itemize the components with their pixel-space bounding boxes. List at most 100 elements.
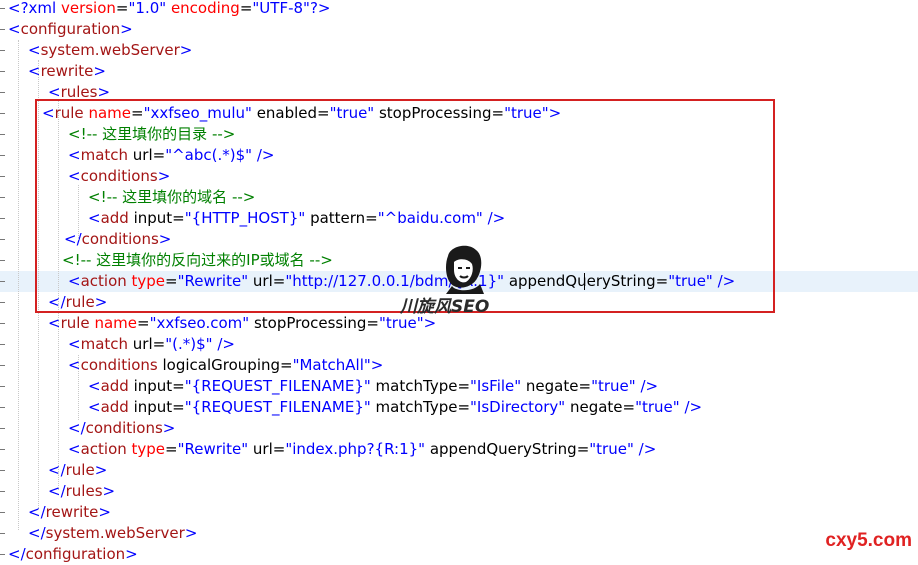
fold-marker xyxy=(0,71,5,72)
fold-marker xyxy=(0,29,5,30)
code-line[interactable]: <rewrite> xyxy=(0,61,918,82)
code-line[interactable]: <?xml version="1.0" encoding="UTF-8"?> xyxy=(0,0,918,19)
fold-marker xyxy=(0,407,5,408)
code-text: <action type="Rewrite" url="index.php?{R… xyxy=(68,439,656,460)
token-bracket: < xyxy=(88,398,101,416)
token-bracket: < xyxy=(68,335,81,353)
token-attr: name xyxy=(94,314,137,332)
token-value: "(.*)$" xyxy=(165,335,213,353)
token-value: "IsDirectory" xyxy=(470,398,566,416)
fold-marker xyxy=(0,260,5,261)
fold-marker xyxy=(0,470,5,471)
watermark-logo: 川旋风SEO xyxy=(400,242,520,317)
token-tag: add xyxy=(100,377,129,395)
token-tag: configuration xyxy=(25,545,126,563)
fold-marker xyxy=(0,365,5,366)
token-text: input= xyxy=(128,377,185,395)
code-text: <rule name="xxfseo.com" stopProcessing="… xyxy=(48,313,436,334)
token-text: = xyxy=(165,440,178,458)
token-bracket: > xyxy=(184,524,198,542)
watermark-text: 川旋风SEO xyxy=(400,297,490,317)
code-text: <rewrite> xyxy=(28,61,106,82)
token-tag: system.webServer xyxy=(45,524,185,542)
token-text: = xyxy=(115,0,129,17)
fold-marker xyxy=(0,155,5,156)
fold-marker xyxy=(0,8,5,9)
token-bracket: > xyxy=(102,482,116,500)
code-line[interactable]: <add input="{REQUEST_FILENAME}" matchTyp… xyxy=(0,397,918,418)
code-line[interactable]: <conditions logicalGrouping="MatchAll"> xyxy=(0,355,918,376)
token-decl: ?> xyxy=(309,0,331,17)
token-bracket: </ xyxy=(28,503,46,521)
token-tag: rule xyxy=(60,314,90,332)
token-tag: system.webServer xyxy=(40,41,180,59)
fold-marker xyxy=(0,176,5,177)
fold-marker xyxy=(0,428,5,429)
token-bracket: </ xyxy=(48,461,66,479)
fold-marker xyxy=(0,533,5,534)
code-line[interactable]: </configuration> xyxy=(0,544,918,565)
token-text: = xyxy=(239,0,253,17)
token-bracket: < xyxy=(68,440,81,458)
fold-marker xyxy=(0,218,5,219)
token-value: "1.0" xyxy=(128,0,167,17)
token-bracket: > xyxy=(370,356,384,374)
fold-marker xyxy=(0,92,5,93)
code-line[interactable]: <configuration> xyxy=(0,19,918,40)
token-text: url= xyxy=(248,440,286,458)
code-line[interactable]: <action type="Rewrite" url="index.php?{R… xyxy=(0,439,918,460)
token-value: "true" xyxy=(635,398,680,416)
token-attr: version xyxy=(60,0,116,17)
code-text: </rule> xyxy=(48,460,107,481)
token-value: "MatchAll" xyxy=(292,356,371,374)
fold-marker xyxy=(0,491,5,492)
token-value: "true" xyxy=(589,440,634,458)
code-line[interactable]: </conditions> xyxy=(0,418,918,439)
token-bracket: </ xyxy=(8,545,26,563)
indent-guide xyxy=(18,40,19,530)
code-text: </rewrite> xyxy=(28,502,111,523)
token-value: "xxfseo.com" xyxy=(149,314,250,332)
fold-marker xyxy=(0,239,5,240)
token-bracket: /> xyxy=(217,335,235,353)
token-decl: <?xml xyxy=(8,0,61,17)
fold-marker xyxy=(0,386,5,387)
fold-marker xyxy=(0,113,5,114)
token-value: "{REQUEST_FILENAME}" xyxy=(184,377,371,395)
token-bracket: /> xyxy=(638,440,657,458)
token-value: "Rewrite" xyxy=(177,440,249,458)
token-text: stopProcessing= xyxy=(249,314,380,332)
code-line[interactable]: </rewrite> xyxy=(0,502,918,523)
fold-marker xyxy=(0,323,5,324)
code-line[interactable]: </rule> xyxy=(0,460,918,481)
token-tag: rewrite xyxy=(45,503,99,521)
token-bracket: < xyxy=(8,20,21,38)
code-line[interactable]: <match url="(.*)$" /> xyxy=(0,334,918,355)
token-bracket: > xyxy=(125,545,138,563)
token-bracket: > xyxy=(120,20,133,38)
token-text: url= xyxy=(128,335,166,353)
token-text: matchType= xyxy=(370,398,471,416)
code-line[interactable]: </system.webServer> xyxy=(0,523,918,544)
token-tag: rules xyxy=(65,482,103,500)
token-tag: rule xyxy=(65,461,95,479)
token-value: "index.php?{R:1}" xyxy=(285,440,426,458)
fold-marker xyxy=(0,449,5,450)
code-text: </configuration> xyxy=(8,544,138,565)
token-text: appendQueryString= xyxy=(425,440,590,458)
code-line[interactable]: <add input="{REQUEST_FILENAME}" matchTyp… xyxy=(0,376,918,397)
token-bracket: > xyxy=(93,62,106,80)
fold-marker xyxy=(0,281,5,282)
token-text: input= xyxy=(128,398,185,416)
code-text: </system.webServer> xyxy=(28,523,197,544)
code-line[interactable]: </rules> xyxy=(0,481,918,502)
code-line[interactable]: <system.webServer> xyxy=(0,40,918,61)
token-bracket: </ xyxy=(48,482,66,500)
site-watermark: cxy5.com xyxy=(825,530,912,551)
fold-marker xyxy=(0,50,5,51)
token-bracket: > xyxy=(94,461,108,479)
token-bracket: </ xyxy=(28,524,46,542)
token-bracket: > xyxy=(179,41,193,59)
token-bracket: < xyxy=(28,41,41,59)
token-tag: conditions xyxy=(80,356,158,374)
